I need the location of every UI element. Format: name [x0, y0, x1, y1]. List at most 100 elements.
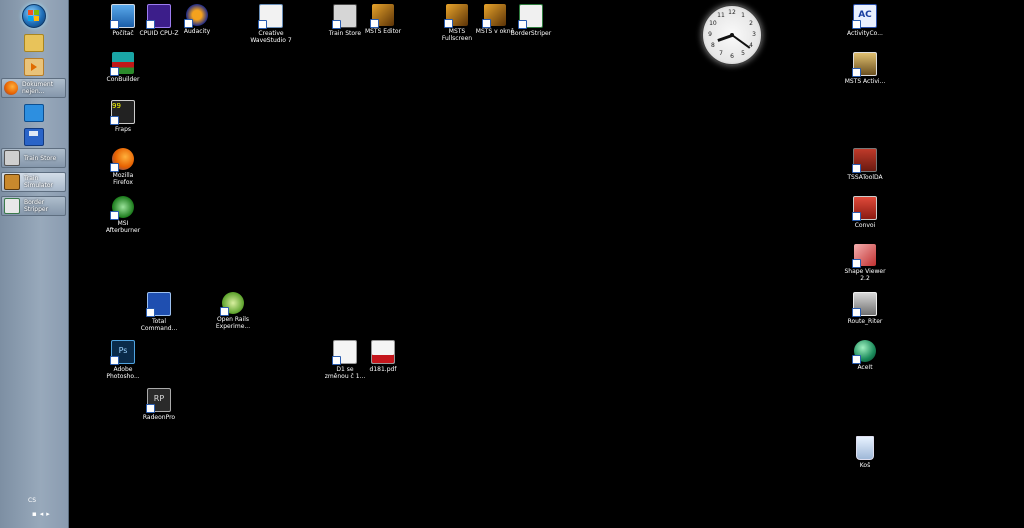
desktop-icon-label: ConBuilder — [106, 76, 140, 83]
desktop-icon-train-store[interactable]: Train Store — [324, 4, 366, 37]
desktop-icon-conbuilder[interactable]: ConBuilder — [102, 52, 144, 83]
clock-numeral: 2 — [749, 20, 753, 27]
desktop-icon-audacity[interactable]: Audacity — [176, 4, 218, 35]
desktop-icon-label: Shape Viewer 2.2 — [844, 268, 886, 282]
desktop-icon-label: Koš — [859, 462, 871, 469]
desktop-icon-label: Route_Riter — [847, 318, 883, 325]
border-stripper-icon — [4, 198, 20, 214]
media-player-pinned-icon[interactable] — [24, 58, 44, 76]
desktop-icon-total-commander[interactable]: Total Command... — [138, 292, 180, 332]
desktop-icon-label: Adobe Photosho... — [106, 366, 140, 380]
clock-numeral: 3 — [752, 31, 756, 38]
clock-gadget[interactable]: 12 1 2 3 4 5 6 7 8 9 10 11 — [701, 4, 763, 66]
desktop-icon-cpuz[interactable]: CPUID CPU-Z — [138, 4, 180, 37]
taskbar-button-label: Border Stripper — [24, 199, 49, 213]
msts-editor-icon — [370, 4, 394, 28]
desktop-icon-label: Creative WaveStudio 7 — [250, 30, 292, 44]
msts-fullscreen-icon — [444, 4, 468, 28]
pdf-icon — [371, 340, 395, 364]
firefox-icon — [110, 148, 134, 172]
clock-numeral: 1 — [741, 11, 745, 19]
desktop-icon-label: Open Rails Experime... — [215, 316, 251, 330]
desktop-icon-firefox[interactable]: Mozilla Firefox — [102, 148, 144, 186]
activity-creator-icon: AC — [852, 4, 877, 29]
desktop-icon-convoi[interactable]: Convoi — [844, 196, 886, 229]
desktop-icon-label: Total Command... — [140, 318, 178, 332]
network-icon[interactable]: ▪ — [32, 510, 40, 518]
borderstriper-icon — [518, 4, 543, 29]
language-indicator[interactable]: CS — [28, 497, 36, 504]
desktop-icon-afterburner[interactable]: MSI Afterburner — [102, 196, 144, 234]
clock-numeral: 8 — [711, 42, 715, 49]
explorer-pinned-icon[interactable] — [24, 34, 44, 52]
desktop-icon-activity-creator[interactable]: AC ActivityCo... — [844, 4, 886, 37]
train-store-icon — [4, 150, 20, 166]
shape-viewer-icon — [852, 244, 876, 268]
desktop-icon-d1-document[interactable]: D1 se změnou č 1... — [324, 340, 366, 380]
taskbar-button-border-stripper[interactable]: Border Stripper — [1, 196, 66, 216]
desktop-icon-label: D1 se změnou č 1... — [324, 366, 366, 380]
desktop-icon-route-riter[interactable]: Route_Riter — [844, 292, 886, 325]
desktop-icon-shape-viewer[interactable]: Shape Viewer 2.2 — [844, 244, 886, 282]
desktop-icon-borderstriper[interactable]: BorderStriper — [510, 4, 552, 37]
taskbar-button-train-store[interactable]: Train Store — [1, 148, 66, 168]
taskbar: Dokument nejen... Train Store Train Simu… — [0, 0, 69, 528]
tssatool-icon — [852, 148, 877, 173]
start-button[interactable] — [22, 4, 46, 28]
clock-numeral: 10 — [709, 20, 717, 27]
desktop-icon-wavestudio[interactable]: Creative WaveStudio 7 — [250, 4, 292, 44]
audacity-icon — [184, 4, 208, 28]
desktop-icon-tssatool[interactable]: TSSAToolDA — [844, 148, 886, 181]
recycle-bin-icon — [856, 436, 874, 460]
desktop-icon-label: TSSAToolDA — [847, 174, 883, 181]
desktop-icon-open-rails[interactable]: Open Rails Experime... — [212, 292, 254, 330]
cpu-icon — [146, 4, 171, 29]
desktop-icon-label: MSTS Activi... — [844, 78, 886, 85]
route-riter-icon — [852, 292, 877, 317]
total-commander-icon — [146, 292, 171, 317]
desktop-icon-aceit[interactable]: AceIt — [844, 340, 886, 371]
desktop-icon-msts-fullscreen[interactable]: MSTS Fullscreen — [436, 4, 478, 42]
taskbar-button-train-simulator[interactable]: Train Simulator — [1, 172, 66, 192]
desktop-icon-photoshop[interactable]: Ps Adobe Photosho... — [102, 340, 144, 380]
desktop-icon-label: MSTS Fullscreen — [441, 28, 473, 42]
train-store-icon — [332, 4, 357, 29]
clock-numeral: 7 — [719, 50, 723, 58]
wavestudio-icon — [258, 4, 283, 29]
save-pinned-icon[interactable] — [24, 128, 44, 146]
clock-center — [730, 33, 734, 37]
desktop-icon-msts-activity[interactable]: MSTS Activi... — [844, 52, 886, 85]
desktop-icon-label: Convoi — [854, 222, 876, 229]
taskbar-button-firefox[interactable]: Dokument nejen... — [1, 78, 66, 98]
desktop-icon-label: CPUID CPU-Z — [139, 30, 179, 37]
desktop-icon-label: Mozilla Firefox — [112, 172, 134, 186]
desktop-icon-label: d181.pdf — [369, 366, 397, 373]
taskbar-button-label: Dokument nejen... — [22, 81, 54, 95]
clock-numeral: 5 — [741, 50, 745, 58]
open-rails-icon — [220, 292, 244, 316]
train-simulator-icon — [4, 174, 20, 190]
desktop-icon-label: Audacity — [183, 28, 211, 35]
document-icon — [332, 340, 357, 365]
desktop-icon-label: MSI Afterburner — [105, 220, 141, 234]
desktop-icon-d181-pdf[interactable]: d181.pdf — [362, 340, 404, 373]
fraps-icon: 99 — [110, 100, 135, 125]
desktop-icon-fraps[interactable]: 99 Fraps — [102, 100, 144, 133]
desktop-icon-label: RadeonPro — [142, 414, 176, 421]
clock-numeral: 9 — [708, 31, 712, 38]
tray-arrow-icon[interactable]: ▸ — [46, 510, 53, 518]
clock-numeral: 12 — [728, 9, 736, 16]
afterburner-icon — [110, 196, 134, 220]
msts-activity-icon — [852, 52, 877, 77]
conbuilder-icon — [110, 52, 134, 76]
msts-window-icon — [482, 4, 506, 28]
desktop-icon-radeonpro[interactable]: RP RadeonPro — [138, 388, 180, 421]
convoi-icon — [852, 196, 877, 221]
desktop-icon-msts-editor[interactable]: MSTS Editor — [362, 4, 404, 35]
app-pinned-icon[interactable] — [24, 104, 44, 122]
desktop-icon-label: Fraps — [114, 126, 132, 133]
system-tray[interactable]: ▪◂▸ — [32, 510, 53, 518]
taskbar-button-label: Train Store — [24, 154, 57, 162]
firefox-icon — [4, 81, 18, 95]
desktop-icon-recycle-bin[interactable]: Koš — [844, 436, 886, 469]
